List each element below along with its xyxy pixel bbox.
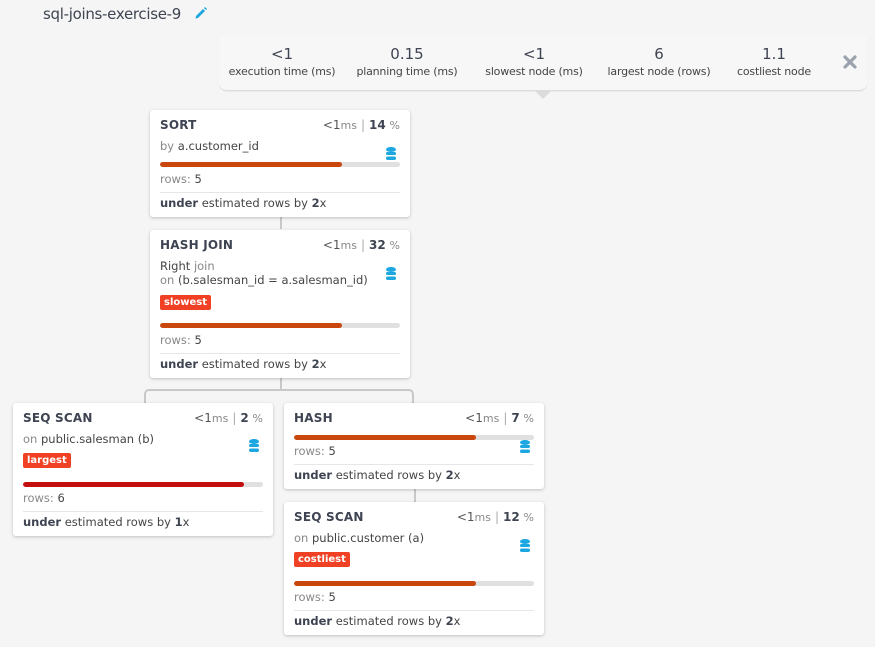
database-icon bbox=[249, 437, 259, 452]
node-timing: <1ms | 2 % bbox=[194, 411, 263, 425]
stat-value: <1 bbox=[270, 45, 294, 63]
join-type: Right join bbox=[160, 259, 215, 273]
connector-line bbox=[414, 489, 416, 502]
stat-label: slowest node (ms) bbox=[485, 65, 583, 78]
database-icon bbox=[386, 265, 396, 280]
stat-value: 1.1 bbox=[762, 45, 786, 63]
node-description: on public.customer (a) bbox=[294, 531, 425, 545]
cost-bar bbox=[160, 323, 400, 328]
stat-value: <1 bbox=[522, 45, 546, 63]
stat-largest-node: 6 largest node (rows) bbox=[600, 45, 718, 80]
stat-value: 0.15 bbox=[390, 45, 424, 63]
node-timing: <1ms | 14 % bbox=[322, 118, 400, 132]
cost-bar bbox=[294, 435, 534, 440]
node-description: by a.customer_id bbox=[160, 139, 259, 153]
row-estimate: under estimated rows by 2x bbox=[160, 357, 327, 371]
cost-bar bbox=[160, 162, 400, 167]
row-estimate: under estimated rows by 1x bbox=[23, 515, 190, 529]
connector-branch bbox=[144, 389, 414, 403]
row-estimate: under estimated rows by 2x bbox=[294, 468, 461, 482]
stat-value: 6 bbox=[654, 45, 664, 63]
plan-node-hash[interactable]: HASH <1ms | 7 % rows: 5 under estimated ro… bbox=[284, 403, 544, 489]
page-title: sql-joins-exercise-9 bbox=[43, 5, 208, 24]
node-description: on public.salesman (b) bbox=[23, 432, 155, 446]
row-estimate: under estimated rows by 2x bbox=[294, 614, 461, 628]
node-name: SEQ SCAN bbox=[23, 411, 93, 425]
largest-badge: largest bbox=[23, 453, 71, 468]
row-estimate: under estimated rows by 2x bbox=[160, 196, 327, 210]
node-rows: rows: 5 bbox=[294, 590, 336, 604]
connector-line bbox=[280, 217, 282, 229]
stat-execution-time: <1 execution time (ms) bbox=[223, 45, 341, 80]
node-name: SORT bbox=[160, 118, 197, 132]
title-text: sql-joins-exercise-9 bbox=[43, 5, 182, 23]
node-timing: <1ms | 7 % bbox=[465, 411, 534, 425]
node-timing: <1ms | 32 % bbox=[322, 238, 400, 252]
divider bbox=[160, 353, 400, 354]
stat-label: execution time (ms) bbox=[228, 65, 336, 78]
divider bbox=[294, 464, 534, 465]
plan-node-seq-scan-salesman[interactable]: SEQ SCAN <1ms | 2 % on public.salesman (b)… bbox=[13, 403, 273, 536]
pencil-icon[interactable] bbox=[194, 6, 208, 24]
panel-pointer bbox=[535, 91, 551, 99]
plan-node-sort[interactable]: SORT <1ms | 14 % by a.customer_id rows: 5 … bbox=[150, 110, 410, 217]
stats-panel: <1 execution time (ms) 0.15 planning tim… bbox=[219, 36, 867, 99]
cost-bar bbox=[294, 581, 534, 586]
cost-bar bbox=[23, 482, 263, 487]
stat-costliest-node: 1.1 costliest node bbox=[715, 45, 833, 80]
divider bbox=[294, 610, 534, 611]
plan-node-seq-scan-customer[interactable]: SEQ SCAN <1ms | 12 % on public.customer (a… bbox=[284, 502, 544, 635]
stat-label: planning time (ms) bbox=[356, 65, 458, 78]
close-icon[interactable] bbox=[843, 54, 857, 69]
stat-label: largest node (rows) bbox=[607, 65, 711, 78]
database-icon bbox=[520, 537, 530, 552]
node-rows: rows: 5 bbox=[160, 172, 202, 186]
node-name: SEQ SCAN bbox=[294, 510, 364, 524]
node-rows: rows: 5 bbox=[160, 333, 202, 347]
database-icon bbox=[520, 438, 530, 453]
stat-label: costliest node bbox=[737, 65, 811, 78]
slowest-badge: slowest bbox=[160, 295, 212, 310]
stat-planning-time: 0.15 planning time (ms) bbox=[348, 45, 466, 80]
node-name: HASH JOIN bbox=[160, 238, 234, 252]
divider bbox=[23, 511, 263, 512]
stat-slowest-node: <1 slowest node (ms) bbox=[475, 45, 593, 80]
node-name: HASH bbox=[294, 411, 333, 425]
node-timing: <1ms | 12 % bbox=[456, 510, 534, 524]
join-condition: on (b.salesman_id = a.salesman_id) bbox=[160, 273, 368, 287]
database-icon bbox=[386, 145, 396, 160]
node-rows: rows: 5 bbox=[294, 444, 336, 458]
node-rows: rows: 6 bbox=[23, 491, 65, 505]
divider bbox=[160, 192, 400, 193]
plan-node-hash-join[interactable]: HASH JOIN <1ms | 32 % Right join on (b.sal… bbox=[150, 230, 410, 378]
costliest-badge: costliest bbox=[294, 552, 350, 567]
